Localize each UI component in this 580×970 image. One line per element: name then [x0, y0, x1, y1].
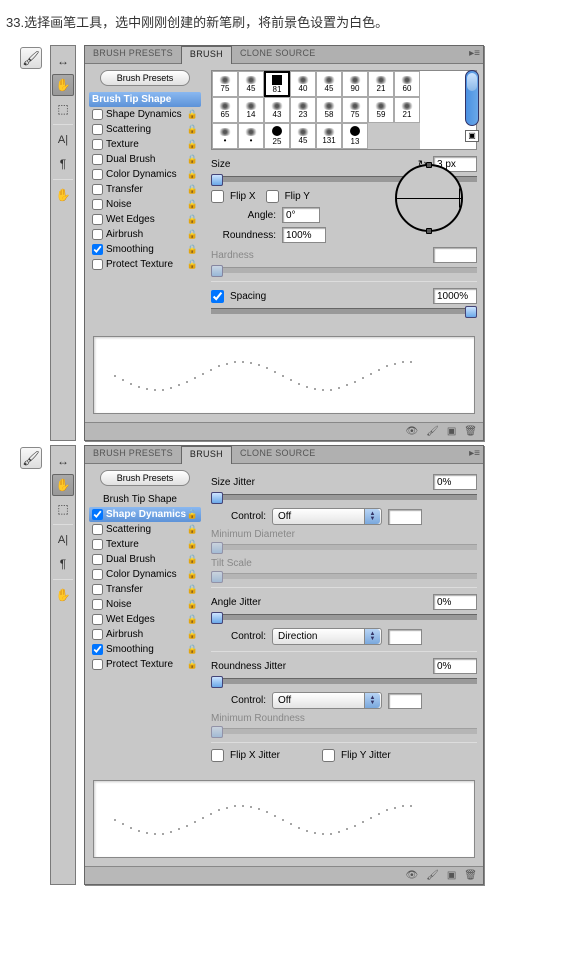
- footer-brush-icon-2[interactable]: 🖌: [426, 870, 439, 881]
- tab-presets-2[interactable]: BRUSH PRESETS: [85, 446, 181, 463]
- footer-trash-icon-2[interactable]: 🗑: [464, 870, 477, 881]
- roundness-input[interactable]: [282, 227, 326, 243]
- brush-tool-icon: 🖌: [20, 47, 42, 69]
- panel-menu-icon[interactable]: ▸≡: [469, 48, 480, 59]
- round-control-select[interactable]: Off▲▼: [272, 692, 382, 709]
- opt-airbrush[interactable]: Airbrush🔒: [89, 227, 201, 242]
- opt-shape-dynamics-2[interactable]: Shape Dynamics🔒: [89, 507, 201, 522]
- round-jitter-input[interactable]: [433, 658, 477, 674]
- opt-wet-edges[interactable]: Wet Edges🔒: [89, 212, 201, 227]
- tool-2[interactable]: ✋: [52, 74, 74, 96]
- tool-para[interactable]: ¶: [52, 153, 74, 175]
- tab-clone[interactable]: CLONE SOURCE: [232, 46, 324, 63]
- tool-strip-2: ↔ ✋ ⬚ A| ¶ ✋: [50, 445, 76, 885]
- stroke-preview: [93, 336, 475, 414]
- flip-y-checkbox[interactable]: [266, 190, 279, 203]
- tool-strip: ↔ ✋ ⬚ A| ¶ ✋: [50, 45, 76, 441]
- panel-menu-icon-2[interactable]: ▸≡: [469, 448, 480, 459]
- spacing-input[interactable]: [433, 288, 477, 304]
- brush-presets-button-2[interactable]: Brush Presets: [100, 470, 190, 486]
- flip-y-jitter-checkbox[interactable]: [322, 749, 335, 762]
- tab-brush-2[interactable]: BRUSH: [181, 446, 232, 464]
- step-caption: 33.选择画笔工具，选中刚刚创建的新笔刷，将前景色设置为白色。: [0, 0, 580, 45]
- footer-trash-icon[interactable]: 🗑: [464, 426, 477, 437]
- brush-tool-icon-2: 🖌: [20, 447, 42, 469]
- flip-x-checkbox[interactable]: [211, 190, 224, 203]
- tool-text[interactable]: A|: [52, 129, 74, 151]
- grid-scrollbar[interactable]: [465, 70, 479, 126]
- tab-brush[interactable]: BRUSH: [181, 46, 232, 64]
- opt-noise[interactable]: Noise🔒: [89, 197, 201, 212]
- opt-color-dynamics[interactable]: Color Dynamics🔒: [89, 167, 201, 182]
- angle-widget[interactable]: [395, 164, 463, 232]
- angle-input[interactable]: [282, 207, 320, 223]
- footer-toggle-icon-2[interactable]: 👁: [405, 870, 418, 881]
- spacing-slider[interactable]: [211, 308, 477, 314]
- tool-3[interactable]: ⬚: [52, 98, 74, 120]
- roundness-label: Roundness:: [211, 230, 276, 241]
- brush-panel-2: BRUSH PRESETS BRUSH CLONE SOURCE ▸≡ Brus…: [84, 445, 484, 885]
- brush-preset-grid[interactable]: 75458140459021606514432358755921••254513…: [211, 70, 477, 150]
- tab-presets[interactable]: BRUSH PRESETS: [85, 46, 181, 63]
- angle-jitter-input[interactable]: [433, 594, 477, 610]
- opt-scattering[interactable]: Scattering🔒: [89, 122, 201, 137]
- round-jitter-slider[interactable]: [211, 678, 477, 684]
- footer-new-icon-2[interactable]: ▣: [447, 870, 456, 881]
- footer-brush-icon[interactable]: 🖌: [426, 426, 439, 437]
- footer-toggle-icon[interactable]: 👁: [405, 426, 418, 437]
- opt-transfer[interactable]: Transfer🔒: [89, 182, 201, 197]
- footer-new-icon[interactable]: ▣: [447, 426, 456, 437]
- angle-label: Angle:: [211, 210, 276, 221]
- brush-panel-1: BRUSH PRESETS BRUSH CLONE SOURCE ▸≡ Brus…: [84, 45, 484, 441]
- opt-smoothing[interactable]: Smoothing🔒: [89, 242, 201, 257]
- angle-control-select[interactable]: Direction▲▼: [272, 628, 382, 645]
- size-jitter-slider[interactable]: [211, 494, 477, 500]
- brush-tip-shape[interactable]: Brush Tip Shape: [89, 92, 201, 107]
- opt-shape-dynamics[interactable]: Shape Dynamics🔒: [89, 107, 201, 122]
- hardness-slider: [211, 267, 477, 273]
- opt-protect-texture[interactable]: Protect Texture🔒: [89, 257, 201, 272]
- opt-dual-brush[interactable]: Dual Brush🔒: [89, 152, 201, 167]
- stroke-preview-2: [93, 780, 475, 858]
- size-jitter-label: Size Jitter: [211, 477, 259, 488]
- brush-presets-button[interactable]: Brush Presets: [100, 70, 190, 86]
- size-label: Size: [211, 159, 259, 170]
- size-jitter-input[interactable]: [433, 474, 477, 490]
- hardness-input: [433, 247, 477, 263]
- new-brush-icon[interactable]: ▣: [465, 130, 479, 142]
- spacing-checkbox[interactable]: [211, 290, 224, 303]
- flip-x-jitter-checkbox[interactable]: [211, 749, 224, 762]
- tool-1[interactable]: ↔: [52, 50, 74, 72]
- hardness-label: Hardness: [211, 250, 259, 261]
- tool-hand[interactable]: ✋: [52, 184, 74, 206]
- opt-texture[interactable]: Texture🔒: [89, 137, 201, 152]
- size-control-select[interactable]: Off▲▼: [272, 508, 382, 525]
- brush-tip-shape-2[interactable]: Brush Tip Shape: [89, 492, 201, 507]
- tab-clone-2[interactable]: CLONE SOURCE: [232, 446, 324, 463]
- lock-icon: 🔒: [187, 109, 198, 120]
- angle-jitter-slider[interactable]: [211, 614, 477, 620]
